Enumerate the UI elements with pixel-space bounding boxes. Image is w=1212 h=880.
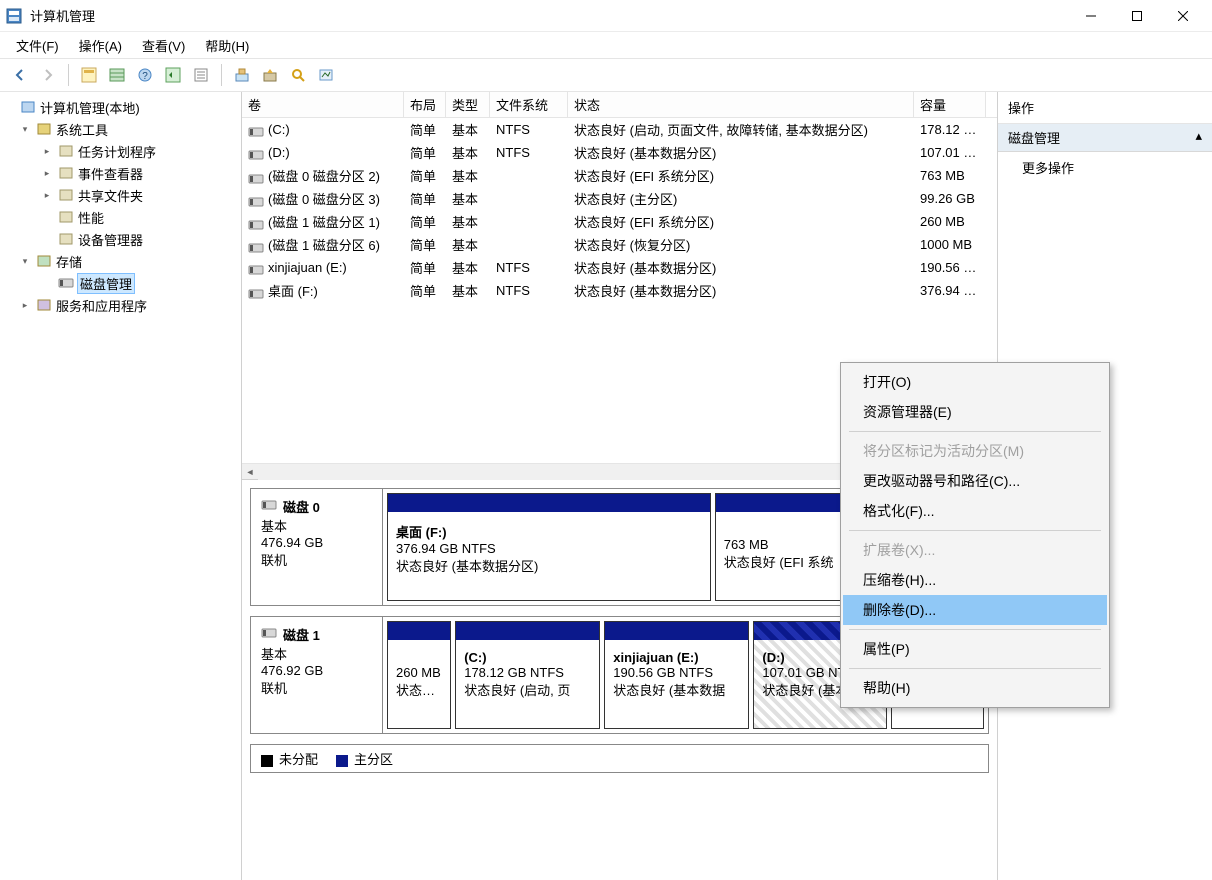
forward-button[interactable]: [36, 63, 60, 87]
view-button-2[interactable]: [105, 63, 129, 87]
menu-item-3[interactable]: 帮助(H): [195, 34, 259, 57]
actions-more-label: 更多操作: [1022, 161, 1074, 176]
context-item-0[interactable]: 打开(O): [843, 367, 1107, 397]
partition-0-0[interactable]: 桌面 (F:)376.94 GB NTFS状态良好 (基本数据分区): [387, 493, 711, 601]
folder-icon: [36, 253, 52, 269]
tool-button-b[interactable]: [258, 63, 282, 87]
tree-item-0-4[interactable]: 设备管理器: [0, 228, 241, 250]
volume-icon: [248, 288, 262, 298]
tool-button-c[interactable]: [286, 63, 310, 87]
window-title: 计算机管理: [30, 6, 1068, 25]
volume-icon: [248, 219, 262, 229]
actions-header: 操作: [998, 92, 1212, 124]
chevron-up-icon: ▴: [1195, 128, 1202, 147]
list-row[interactable]: (磁盘 0 磁盘分区 2)简单基本状态良好 (EFI 系统分区)763 MB: [242, 164, 997, 187]
list-row[interactable]: (D:)简单基本NTFS状态良好 (基本数据分区)107.01 GB: [242, 141, 997, 164]
view-button-1[interactable]: [77, 63, 101, 87]
tree-item-0-0[interactable]: ▸任务计划程序: [0, 140, 241, 162]
tree-pane: 计算机管理(本地)▾系统工具▸任务计划程序▸事件查看器▸共享文件夹性能设备管理器…: [0, 92, 242, 880]
context-item-13[interactable]: 帮助(H): [843, 673, 1107, 703]
list-row[interactable]: (磁盘 1 磁盘分区 1)简单基本状态良好 (EFI 系统分区)260 MB: [242, 210, 997, 233]
title-bar: 计算机管理: [0, 0, 1212, 32]
context-menu: 打开(O)资源管理器(E) 将分区标记为活动分区(M)更改驱动器号和路径(C)..…: [840, 362, 1110, 708]
legend: 未分配主分区: [250, 744, 989, 773]
actions-more[interactable]: 更多操作: [998, 152, 1212, 183]
tree-item-0-2[interactable]: ▸共享文件夹: [0, 184, 241, 206]
col-fs[interactable]: 文件系统: [490, 92, 568, 117]
folder-icon: [36, 121, 52, 137]
toolbar: ?: [0, 58, 1212, 92]
help-button[interactable]: ?: [133, 63, 157, 87]
context-item-3: 将分区标记为活动分区(M): [843, 436, 1107, 466]
disk-icon: [261, 627, 277, 642]
menu-item-0[interactable]: 文件(F): [6, 34, 69, 57]
close-button[interactable]: [1160, 0, 1206, 32]
partition-1-1[interactable]: (C:)178.12 GB NTFS状态良好 (启动, 页: [455, 621, 600, 729]
maximize-button[interactable]: [1114, 0, 1160, 32]
context-item-7: 扩展卷(X)...: [843, 535, 1107, 565]
menu-item-2[interactable]: 查看(V): [132, 34, 195, 57]
tree-root[interactable]: 计算机管理(本地): [0, 96, 241, 118]
context-separator: [849, 629, 1101, 630]
list-row[interactable]: (磁盘 0 磁盘分区 3)简单基本状态良好 (主分区)99.26 GB: [242, 187, 997, 210]
actions-group-label: 磁盘管理: [1008, 128, 1060, 147]
folder-icon: [36, 297, 52, 313]
context-separator: [849, 530, 1101, 531]
svg-text:?: ?: [142, 71, 148, 82]
menu-bar: 文件(F)操作(A)查看(V)帮助(H): [0, 32, 1212, 58]
volume-icon: [248, 196, 262, 206]
actions-group-title[interactable]: 磁盘管理 ▴: [998, 124, 1212, 152]
tree-group-0[interactable]: ▾系统工具: [0, 118, 241, 140]
disk-info-1[interactable]: 磁盘 1基本476.92 GB联机: [251, 617, 383, 733]
disk-info-0[interactable]: 磁盘 0基本476.94 GB联机: [251, 489, 383, 605]
volume-icon: [248, 126, 262, 136]
tree-item-0-3[interactable]: 性能: [0, 206, 241, 228]
tree-item-1-0[interactable]: 磁盘管理: [0, 272, 241, 294]
node-icon: [58, 187, 74, 203]
volume-icon: [248, 173, 262, 183]
tree-item-0-1[interactable]: ▸事件查看器: [0, 162, 241, 184]
menu-item-1[interactable]: 操作(A): [69, 34, 132, 57]
disk-icon: [261, 499, 277, 514]
node-icon: [58, 275, 74, 291]
partition-1-2[interactable]: xinjiajuan (E:)190.56 GB NTFS状态良好 (基本数据: [604, 621, 749, 729]
volume-icon: [248, 264, 262, 274]
list-header: 卷 布局 类型 文件系统 状态 容量: [242, 92, 997, 118]
list-row[interactable]: 桌面 (F:)简单基本NTFS状态良好 (基本数据分区)376.94 GB: [242, 279, 997, 302]
properties-button[interactable]: [189, 63, 213, 87]
volume-icon: [248, 149, 262, 159]
context-separator: [849, 431, 1101, 432]
context-item-9[interactable]: 删除卷(D)...: [843, 595, 1107, 625]
context-item-1[interactable]: 资源管理器(E): [843, 397, 1107, 427]
col-volume[interactable]: 卷: [242, 92, 404, 117]
context-item-11[interactable]: 属性(P): [843, 634, 1107, 664]
node-icon: [58, 143, 74, 159]
minimize-button[interactable]: [1068, 0, 1114, 32]
list-row[interactable]: (C:)简单基本NTFS状态良好 (启动, 页面文件, 故障转储, 基本数据分区…: [242, 118, 997, 141]
col-layout[interactable]: 布局: [404, 92, 446, 117]
context-item-8[interactable]: 压缩卷(H)...: [843, 565, 1107, 595]
node-icon: [58, 231, 74, 247]
col-capacity[interactable]: 容量: [914, 92, 986, 117]
tree-group-1[interactable]: ▾存储: [0, 250, 241, 272]
tree-group-2[interactable]: ▸服务和应用程序: [0, 294, 241, 316]
col-status[interactable]: 状态: [568, 92, 914, 117]
partition-1-0[interactable]: 260 MB状态良好: [387, 621, 451, 729]
computer-icon: [20, 99, 36, 115]
list-row[interactable]: xinjiajuan (E:)简单基本NTFS状态良好 (基本数据分区)190.…: [242, 256, 997, 279]
node-icon: [58, 209, 74, 225]
tool-button-a[interactable]: [230, 63, 254, 87]
node-icon: [58, 165, 74, 181]
app-icon: [6, 8, 22, 24]
context-separator: [849, 668, 1101, 669]
tool-button-d[interactable]: [314, 63, 338, 87]
context-item-5[interactable]: 格式化(F)...: [843, 496, 1107, 526]
volume-icon: [248, 242, 262, 252]
list-row[interactable]: (磁盘 1 磁盘分区 6)简单基本状态良好 (恢复分区)1000 MB: [242, 233, 997, 256]
back-button[interactable]: [8, 63, 32, 87]
context-item-4[interactable]: 更改驱动器号和路径(C)...: [843, 466, 1107, 496]
refresh-button[interactable]: [161, 63, 185, 87]
col-type[interactable]: 类型: [446, 92, 490, 117]
